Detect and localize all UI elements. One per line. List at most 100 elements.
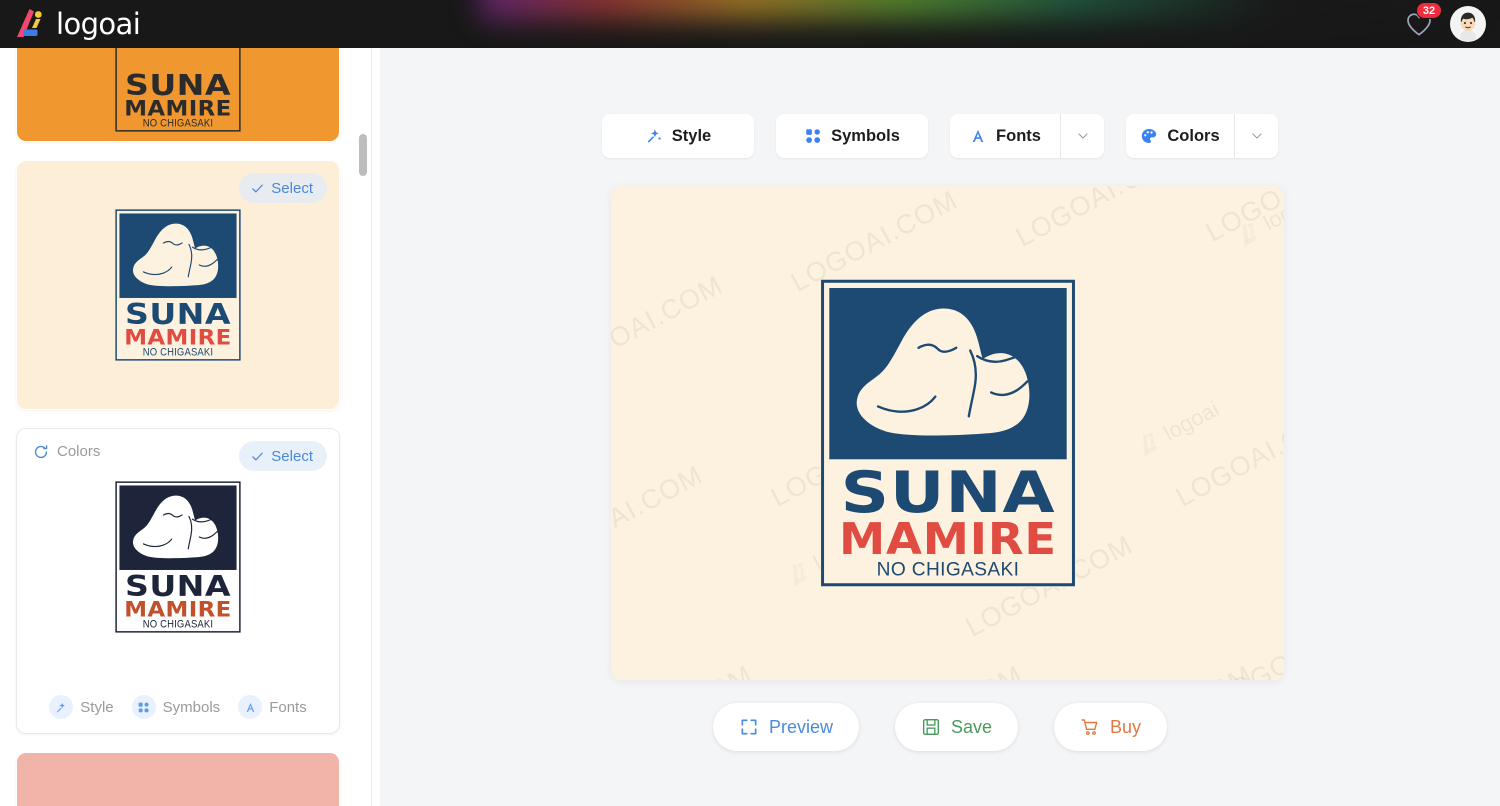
magic-wand-icon	[49, 695, 74, 719]
select-variant-label: Select	[271, 179, 313, 197]
buy-button[interactable]: Buy	[1054, 703, 1168, 751]
logo-variant-thumbnail[interactable]: SUNA MAMIRE NO CHIGASAKI Colors Select	[17, 429, 339, 685]
logo-variant-card[interactable]: SUNA MAMIRE NO CHIGASAKI	[16, 752, 340, 806]
logoai-mark-icon	[17, 9, 42, 37]
shopping-cart-icon	[1081, 719, 1098, 735]
variant-action-label: Fonts	[269, 698, 307, 716]
variant-action-symbols[interactable]: Symbols	[131, 695, 221, 719]
fonts-dropdown-toggle[interactable]	[1060, 114, 1104, 158]
floppy-disk-icon	[922, 718, 940, 736]
watermark-logoai-mark: logoai	[1130, 396, 1223, 462]
check-icon	[252, 184, 264, 192]
logo-artwork-svg: SUNA MAMIRE NO CHIGASAKI	[820, 279, 1076, 587]
logo-variants-list: SUNA MAMIRE NO CHIGASAKI SUNA MAMIRE NO …	[0, 48, 356, 806]
tab-colors-main[interactable]: Colors	[1126, 114, 1234, 158]
colors-refresh-button[interactable]: Colors	[33, 443, 100, 460]
save-button[interactable]: Save	[894, 703, 1019, 751]
watermark-logoai-mark: logoai	[1230, 186, 1284, 252]
header-gradient-glow	[480, 0, 1500, 20]
variant-action-fonts[interactable]: Fonts	[238, 695, 307, 719]
preview-button[interactable]: Preview	[712, 703, 859, 751]
logo-variant-thumbnail[interactable]: SUNA MAMIRE NO CHIGASAKI Select	[17, 161, 339, 409]
tab-fonts-label: Fonts	[996, 126, 1041, 145]
svg-text:NO CHIGASAKI: NO CHIGASAKI	[143, 117, 213, 129]
header-actions: 32	[1404, 2, 1486, 43]
palette-icon	[1142, 128, 1157, 144]
app-root: logoai 32 SUNA MAMIRE NO CHIGASAKI SUNA …	[0, 0, 1500, 806]
svg-text:NO CHIGASAKI: NO CHIGASAKI	[143, 346, 213, 358]
check-icon	[252, 452, 264, 460]
watermark-text: LOGOAI.COM	[1201, 186, 1284, 248]
select-variant-label: Select	[271, 447, 313, 465]
logoai-mark-icon	[1142, 432, 1157, 457]
select-variant-button[interactable]: Select	[239, 173, 327, 203]
logo-artwork-svg: SUNA MAMIRE NO CHIGASAKI	[115, 209, 241, 361]
logo-variant-card[interactable]: SUNA MAMIRE NO CHIGASAKI	[16, 48, 340, 142]
watermark-text: LOGOAI.COM	[611, 459, 708, 573]
watermark-text: LOGOAI.COM	[611, 269, 728, 383]
brand-logo[interactable]: logoai	[12, 4, 141, 44]
logo-variant-card[interactable]: SUNA MAMIRE NO CHIGASAKI Select	[16, 160, 340, 410]
user-avatar[interactable]	[1450, 6, 1486, 42]
colors-refresh-label: Colors	[57, 443, 101, 460]
editor-main: Style Symbols Fonts Colors LOGOAI.COM LO…	[380, 48, 1500, 806]
symbols-dots-icon	[138, 702, 149, 712]
svg-text:NO CHIGASAKI: NO CHIGASAKI	[877, 559, 1020, 581]
tab-fonts[interactable]: Fonts	[950, 114, 1104, 158]
app-header: logoai 32	[0, 0, 1500, 48]
magic-wand-icon	[56, 702, 65, 712]
tab-symbols[interactable]: Symbols	[776, 114, 928, 158]
variant-action-row: Style Symbols Fonts	[17, 685, 339, 733]
logoai-mark-icon	[792, 562, 807, 587]
tab-style[interactable]: Style	[602, 114, 754, 158]
sidebar-scrollbar-thumb[interactable]	[359, 134, 367, 176]
letter-a-icon	[972, 129, 984, 142]
variant-action-label: Symbols	[162, 698, 221, 716]
favorites-count-badge: 32	[1416, 2, 1442, 19]
watermark-text: LOGOAI.COM	[1211, 599, 1284, 680]
logo-artwork: SUNA MAMIRE NO CHIGASAKI	[819, 279, 1077, 587]
watermark-text: LOGOAI.COM	[611, 660, 758, 680]
editor-toolbar: Style Symbols Fonts Colors	[380, 114, 1500, 158]
symbols-dots-icon	[806, 129, 821, 143]
tab-style-label: Style	[671, 126, 712, 145]
svg-text:MAMIRE: MAMIRE	[839, 515, 1057, 565]
favorites-button[interactable]: 32	[1404, 2, 1442, 39]
brand-name: logoai	[56, 6, 141, 41]
variant-action-label: Style	[80, 698, 114, 716]
chevron-down-icon	[1077, 133, 1088, 139]
variant-action-style[interactable]: Style	[49, 695, 114, 719]
logo-preview-canvas[interactable]: LOGOAI.COM LOGOAI.COM LOGOAI.COM LOGOAI.COM…	[611, 186, 1284, 680]
watermark-text: LOGOAI.COM	[1081, 660, 1258, 680]
sidebar-scrollbar-track[interactable]	[359, 98, 367, 806]
logo-variant-card[interactable]: SUNA MAMIRE NO CHIGASAKI Colors Select S…	[16, 428, 340, 734]
buy-label: Buy	[1110, 716, 1142, 737]
tab-style-main[interactable]: Style	[602, 114, 754, 158]
select-variant-button[interactable]: Select	[239, 441, 327, 471]
tab-symbols-main[interactable]: Symbols	[776, 114, 928, 158]
svg-text:NO CHIGASAKI: NO CHIGASAKI	[143, 618, 213, 630]
letter-a-icon	[246, 702, 254, 712]
editor-actions: Preview Save Buy	[380, 703, 1500, 751]
tab-fonts-main[interactable]: Fonts	[950, 114, 1060, 158]
watermark-text: LOGOAI.COM	[1011, 186, 1188, 253]
sidebar-divider	[371, 48, 372, 806]
tab-colors-label: Colors	[1167, 126, 1220, 145]
logo-variant-thumbnail[interactable]: SUNA MAMIRE NO CHIGASAKI	[17, 753, 339, 806]
logo-variant-thumbnail[interactable]: SUNA MAMIRE NO CHIGASAKI	[17, 48, 339, 141]
symbols-dots-icon	[131, 695, 156, 719]
watermark-text: LOGOAI.COM	[851, 660, 1028, 680]
save-label: Save	[950, 716, 993, 737]
logo-variants-sidebar[interactable]: SUNA MAMIRE NO CHIGASAKI SUNA MAMIRE NO …	[0, 48, 372, 806]
magic-wand-icon	[647, 129, 661, 143]
tab-colors[interactable]: Colors	[1126, 114, 1278, 158]
watermark-text: LOGOAI.COM	[1171, 399, 1284, 513]
expand-icon	[741, 719, 757, 735]
preview-label: Preview	[768, 716, 833, 737]
logoai-mark-icon	[1242, 222, 1257, 247]
letter-a-icon	[238, 695, 263, 719]
logo-artwork-svg: SUNA MAMIRE NO CHIGASAKI	[115, 481, 241, 633]
tab-symbols-label: Symbols	[831, 126, 900, 145]
refresh-icon	[34, 444, 48, 458]
colors-dropdown-toggle[interactable]	[1234, 114, 1278, 158]
